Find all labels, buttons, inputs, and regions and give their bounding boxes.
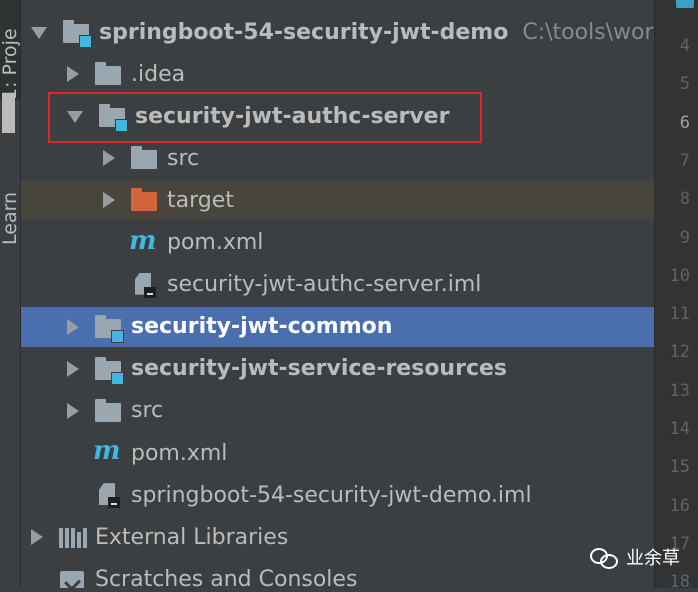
editor-gutter: 4 5 6 7 8 9 10 11 12 13 14 15 16 17 18 (654, 0, 698, 592)
watermark: 业余草 (590, 538, 690, 576)
tree-row-label: springboot-54-security-jwt-demo (99, 19, 509, 45)
maven-icon: m (129, 225, 157, 256)
folder-icon (129, 145, 159, 171)
line-number: 15 (669, 457, 690, 478)
tree-row-label: security-jwt-common (131, 314, 393, 340)
tree-row[interactable]: .idea (21, 54, 654, 94)
line-number: 13 (669, 380, 690, 401)
line-number: 4 (679, 36, 690, 56)
project-tool-tab[interactable]: 1: Proje (0, 0, 21, 100)
tree-row[interactable]: springboot-54-security-jwt-demo.iml (21, 475, 654, 515)
strip-handle (2, 93, 15, 133)
line-number: 10 (669, 265, 690, 286)
tree-row-label: springboot-54-security-jwt-demo.iml (131, 482, 532, 508)
line-number: 14 (669, 419, 690, 439)
tree-row-label: Scratches and Consoles (95, 566, 358, 588)
module-folder-icon (93, 356, 124, 385)
module-folder-icon (97, 103, 128, 133)
expand-arrow-icon[interactable] (67, 360, 79, 377)
tree-row-label: src (167, 145, 200, 171)
tree-row[interactable]: security-jwt-authc-server (21, 96, 654, 136)
line-number: 6 (679, 112, 690, 133)
module-file-icon (93, 482, 123, 509)
excluded-folder-icon (129, 187, 159, 213)
libraries-icon (57, 524, 87, 550)
tree-row[interactable]: security-jwt-common (21, 306, 654, 347)
expand-arrow-icon[interactable] (67, 66, 79, 83)
line-number: 5 (679, 74, 690, 95)
tree-row[interactable]: target (21, 180, 654, 221)
folder-icon (93, 398, 123, 424)
line-number: 8 (679, 189, 690, 210)
tree-row[interactable]: src (21, 391, 654, 431)
tree-row[interactable]: m pom.xml (21, 223, 654, 263)
module-folder-icon (61, 19, 92, 48)
tree-row[interactable]: m pom.xml (21, 433, 654, 473)
tree-row-label: src (131, 398, 164, 424)
scratches-icon (57, 566, 87, 588)
wechat-icon (590, 546, 620, 569)
tree-row[interactable]: security-jwt-authc-server.iml (21, 265, 654, 305)
line-number: 16 (669, 495, 690, 516)
project-tool-tab-label: 1: Proje (0, 28, 21, 100)
folder-icon (93, 61, 123, 87)
left-tool-strip: 1: Proje Learn (0, 0, 21, 588)
module-file-icon (129, 272, 159, 298)
line-number: 12 (669, 342, 690, 363)
expand-arrow-icon[interactable] (103, 192, 115, 209)
tree-row[interactable]: security-jwt-service-resources (21, 349, 654, 389)
line-number: 7 (679, 150, 690, 171)
expand-arrow-icon[interactable] (103, 150, 115, 167)
project-path: C:\tools\wor (522, 19, 654, 45)
tree-row-label: security-jwt-authc-server.iml (167, 272, 482, 298)
tree-row-label: .idea (131, 61, 186, 87)
maven-icon: m (93, 436, 121, 466)
expand-arrow-icon[interactable] (67, 318, 79, 335)
tree-row-label: target (167, 187, 234, 213)
learn-tool-tab-label: Learn (0, 191, 21, 245)
tree-row-label: security-jwt-authc-server (135, 103, 450, 129)
learn-tool-tab[interactable]: Learn (0, 150, 21, 245)
tree-row-label: pom.xml (131, 440, 228, 466)
tree-row[interactable]: springboot-54-security-jwt-demo C:\tools\… (21, 12, 654, 52)
tree-row[interactable]: External Libraries (21, 517, 654, 557)
tree-row-label: External Libraries (95, 524, 289, 550)
collapse-arrow-icon[interactable] (31, 27, 47, 39)
expand-arrow-icon[interactable] (67, 402, 79, 419)
project-tree[interactable]: springboot-54-security-jwt-demo C:\tools\… (21, 0, 654, 588)
collapse-arrow-icon[interactable] (67, 111, 83, 124)
module-folder-icon (93, 314, 124, 343)
tree-row-label: pom.xml (167, 230, 264, 255)
tree-row[interactable]: src (21, 138, 654, 178)
line-number: 9 (679, 227, 690, 248)
tree-row-label: security-jwt-service-resources (131, 356, 507, 382)
line-number: 11 (669, 304, 690, 325)
gutter-marker (676, 0, 694, 8)
tree-row[interactable]: Scratches and Consoles (21, 559, 654, 588)
expand-arrow-icon[interactable] (31, 529, 43, 546)
watermark-text: 业余草 (626, 548, 680, 569)
